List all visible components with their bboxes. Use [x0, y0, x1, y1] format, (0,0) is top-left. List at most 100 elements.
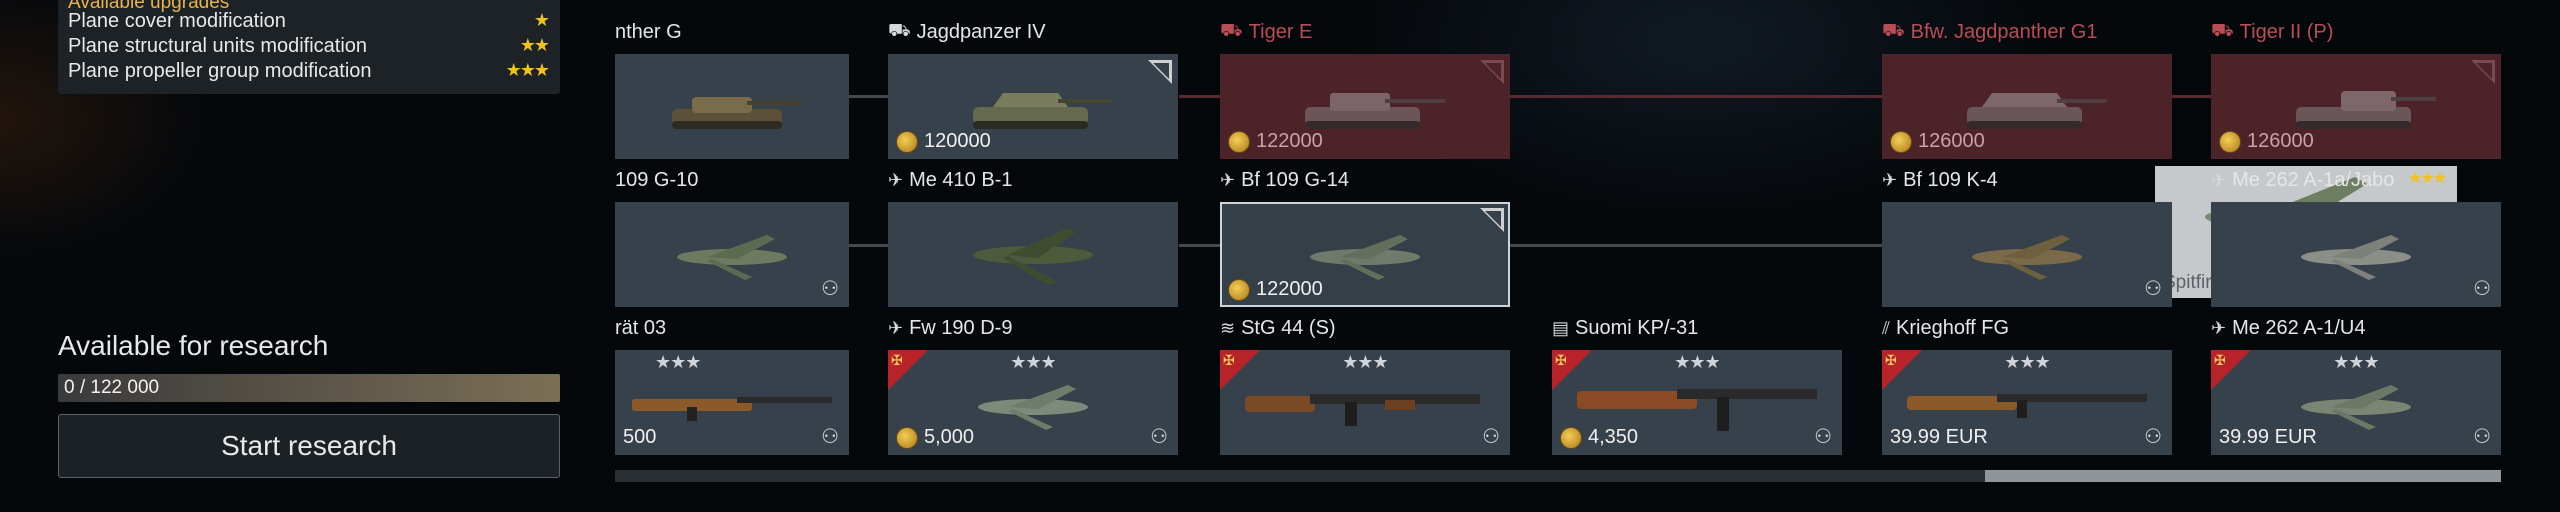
vehicle-card[interactable]: ✠ ★★★ ⚇ — [1220, 350, 1510, 455]
upgrades-panel: Available upgrades Plane cover modificat… — [58, 0, 560, 94]
vehicle-card[interactable]: ✠ ★★★ 4,350 ⚇ — [1552, 350, 1842, 455]
vehicle-name: ✈ Me 262 A-1a/Jabo — [2211, 168, 2395, 191]
plane-icon: ✈ — [888, 169, 904, 190]
crew-icon: ⚇ — [821, 278, 839, 300]
upgrade-label: Plane cover modification — [68, 10, 286, 32]
vehicle-card[interactable]: ✠ ★★★ 5,000 ⚇ — [888, 350, 1178, 455]
vehicle-name: ⛟ Jagdpanzer IV — [888, 20, 1046, 43]
coin-icon — [896, 426, 918, 449]
vehicle-price: 122000 — [1228, 278, 1323, 301]
progress-text: 0 / 122 000 — [64, 377, 160, 398]
vehicle-card[interactable] — [615, 54, 849, 159]
rifle-icon — [1245, 393, 1480, 426]
crew-icon: ⚇ — [2473, 426, 2491, 448]
tank-icon — [1305, 92, 1445, 129]
crew-icon: ⚇ — [1482, 426, 1500, 448]
vehicle-price: 39.99 EUR — [1890, 426, 1988, 448]
vehicle-name: ✈ Me 262 A-1/U4 — [2211, 316, 2366, 339]
star-icon: ★★★ — [505, 60, 550, 80]
plane-icon: ✈ — [2211, 317, 2227, 338]
research-progress-bar: 0 / 122 000 — [58, 374, 560, 402]
rifle-icon: ⫽ — [1882, 317, 1891, 338]
tank-icon: ⛟ — [888, 20, 911, 40]
tank-icon — [672, 96, 802, 129]
vehicle-card[interactable]: ⚇ — [1882, 202, 2172, 307]
vehicle-card[interactable]: 126000 — [2211, 54, 2501, 159]
plane-icon — [978, 384, 1088, 430]
vehicle-card[interactable] — [888, 202, 1178, 307]
plane-icon: ✈ — [1882, 169, 1898, 190]
vehicle-card[interactable]: ✠ ★★★ 39.99 EUR ⚇ — [1882, 350, 2172, 455]
crew-icon: ⚇ — [1814, 426, 1832, 448]
vehicle-price: 39.99 EUR — [2219, 426, 2317, 448]
vehicle-name: nther G — [615, 20, 682, 43]
corner-marker-icon — [1480, 60, 1504, 84]
plane-icon — [2301, 234, 2411, 280]
vehicle-card[interactable]: 122000 — [1220, 202, 1510, 307]
coin-icon — [1560, 426, 1582, 449]
vehicle-card[interactable]: 126000 — [1882, 54, 2172, 159]
coin-icon — [1228, 278, 1250, 301]
crew-icon: ⚇ — [2473, 278, 2491, 300]
upgrade-item: Plane structural units modification ★★ — [68, 35, 550, 59]
vehicle-name: rät 03 — [615, 316, 667, 339]
tank-icon — [2296, 90, 2436, 129]
research-title: Available for research — [58, 330, 329, 361]
star-icon: ★★★ — [1342, 352, 1388, 372]
plane-icon: ✈ — [1220, 169, 1236, 190]
research-tree: nther G ⛟ Jagdpanzer IV 120000 ⛟ Tiger E 1… — [615, 0, 2501, 470]
coin-icon — [2219, 130, 2241, 153]
horizontal-scrollbar[interactable] — [615, 470, 2501, 482]
star-icon: ★ — [533, 10, 550, 30]
vehicle-price: 5,000 — [896, 426, 974, 449]
vehicle-price: 126000 — [1890, 130, 1985, 153]
upgrade-item: Plane propeller group modification ★★★ — [68, 60, 550, 84]
corner-marker-icon — [2471, 60, 2495, 84]
star-icon: ★★★ — [1674, 352, 1720, 372]
vehicle-card[interactable]: ✠ ★★★ 39.99 EUR ⚇ — [2211, 350, 2501, 455]
vehicle-price: 122000 — [1228, 130, 1323, 153]
smg-icon: ▤ — [1552, 317, 1570, 338]
vehicle-name: ✈ Bf 109 G-14 — [1220, 168, 1349, 191]
vehicle-name: ⛟ Tiger II (P) — [2211, 20, 2334, 43]
vehicle-name: ✈ Me 410 B-1 — [888, 168, 1013, 191]
vehicle-card[interactable]: ★★★ 500 ⚇ — [615, 350, 849, 455]
vehicle-card[interactable]: ⚇ — [615, 202, 849, 307]
plane-icon — [1972, 234, 2082, 280]
star-icon: ★★★ — [655, 352, 701, 372]
vehicle-name: ✈ Bf 109 K-4 — [1882, 168, 1998, 191]
crew-icon: ⚇ — [2144, 278, 2162, 300]
star-icon: ★★★ — [1010, 352, 1056, 372]
upgrade-item: Plane cover modification ★ — [68, 10, 550, 34]
tank-icon: ⛟ — [1220, 20, 1243, 40]
crew-icon: ⚇ — [821, 426, 839, 448]
vehicle-price: 120000 — [896, 130, 991, 153]
scrollbar-thumb[interactable] — [1985, 470, 2501, 482]
vehicle-price: 126000 — [2219, 130, 2314, 153]
corner-marker-icon — [1480, 208, 1504, 232]
upgrade-label: Plane propeller group modification — [68, 60, 372, 82]
vehicle-card[interactable]: ⚇ — [2211, 202, 2501, 307]
vehicle-name: ✈ Fw 190 D-9 — [888, 316, 1013, 339]
plane-icon — [1310, 234, 1420, 280]
vehicle-name: ▤ Suomi KP/-31 — [1552, 316, 1699, 339]
star-icon: ★★★ — [2407, 170, 2447, 187]
plane-icon — [2301, 384, 2411, 430]
start-research-button[interactable]: Start research — [58, 414, 560, 478]
star-icon: ★★ — [519, 35, 550, 55]
tank-icon — [973, 92, 1113, 129]
crew-icon: ⚇ — [1150, 426, 1168, 448]
vehicle-name: 109 G-10 — [615, 168, 699, 191]
vehicle-name: ⛟ Tiger E — [1220, 20, 1313, 43]
vehicle-card[interactable]: 122000 — [1220, 54, 1510, 159]
tank-icon: ⛟ — [2211, 20, 2234, 40]
star-icon: ★★★ — [2004, 352, 2050, 372]
vehicle-name: ⛟ Bfw. Jagdpanther G1 — [1882, 20, 2098, 43]
rifle-icon: ≋ — [1220, 317, 1236, 338]
plane-icon — [973, 227, 1093, 285]
tank-icon — [1967, 92, 2107, 129]
rifle-icon — [1907, 393, 2147, 418]
vehicle-price: 4,350 — [1560, 426, 1638, 449]
vehicle-card[interactable]: 120000 — [888, 54, 1178, 159]
plane-icon — [677, 234, 787, 280]
